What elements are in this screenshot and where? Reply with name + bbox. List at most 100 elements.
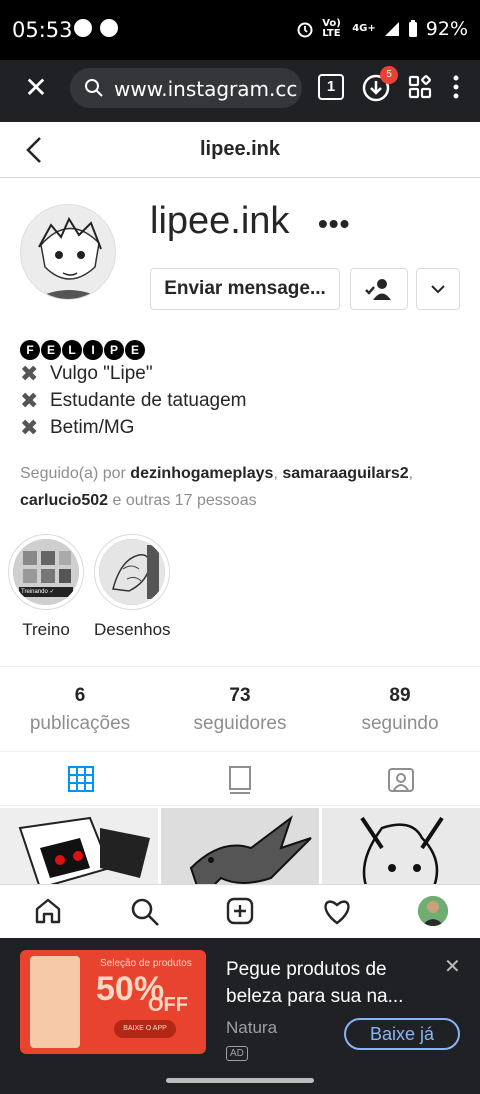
- instagram-profile-page: lipee.ink lipee.ink ••• Enviar mensage..…: [0, 122, 480, 938]
- follower-link[interactable]: dezinhogameplays: [130, 465, 273, 482]
- profile-stats: 6 publicações 73 seguidores 89 seguindo: [0, 666, 480, 752]
- content-tabs: [0, 752, 480, 806]
- status-time: 05:53: [12, 18, 73, 42]
- followed-by-suffix: e outras 17 pessoas: [108, 492, 257, 509]
- bio-line-text: Vulgo "Lipe": [50, 363, 153, 384]
- highlight-cover-art: [99, 539, 165, 605]
- more-vertical-icon[interactable]: [452, 74, 460, 100]
- profile-avatar[interactable]: [20, 204, 116, 300]
- notification-icon: [74, 19, 92, 37]
- followed-by-prefix: Seguido(a) por: [20, 465, 131, 482]
- highlight-cover: Treinando ✓: [13, 539, 79, 605]
- bio-letter: I: [83, 340, 103, 360]
- highlight-desenhos[interactable]: Desenhos: [94, 534, 171, 640]
- url-text: www.instagram.cc: [114, 77, 298, 101]
- profile-header: lipee.ink: [0, 122, 480, 178]
- followed-by[interactable]: Seguido(a) por dezinhogameplays, samaraa…: [20, 460, 460, 514]
- profile-avatar-small[interactable]: [418, 896, 448, 926]
- cross-mark-icon: ✖: [20, 414, 39, 440]
- gesture-home-bar[interactable]: [166, 1078, 314, 1083]
- highlight-label: Treino: [22, 620, 70, 639]
- bio-letter: P: [104, 340, 124, 360]
- chevron-down-icon: [431, 285, 445, 294]
- search-icon: [85, 79, 103, 97]
- new-post-icon[interactable]: [226, 897, 254, 925]
- bio-letter: E: [125, 340, 145, 360]
- page-title: lipee.ink: [199, 138, 281, 160]
- ad-creative-top-text: Seleção de produtos: [100, 958, 192, 969]
- person-check-icon: [365, 279, 391, 300]
- status-right: Vo) LTE 4G+ 92%: [296, 18, 468, 40]
- battery-level: 92%: [425, 18, 468, 40]
- cross-mark-icon: ✖: [20, 387, 39, 413]
- reels-tv-icon[interactable]: [228, 766, 252, 794]
- tab-switcher-button[interactable]: 1: [318, 74, 344, 100]
- alarm-icon: [297, 22, 313, 38]
- address-bar[interactable]: www.instagram.cc: [70, 68, 302, 108]
- stat-label: seguindo: [361, 713, 439, 734]
- highlight-cover-art: [13, 539, 79, 605]
- follower-link[interactable]: samaraaguilars2: [282, 465, 408, 482]
- highlight-label: Desenhos: [94, 620, 171, 639]
- highlight-ring: [94, 534, 170, 610]
- cross-mark-icon: ✖: [20, 360, 39, 386]
- network-type: 4G+: [352, 23, 376, 34]
- suggestions-dropdown-button[interactable]: [416, 268, 460, 310]
- bio-line: ✖ Betim/MG: [20, 414, 460, 441]
- close-icon[interactable]: ✕: [22, 74, 50, 102]
- ad-close-icon[interactable]: ✕: [444, 954, 461, 979]
- signal-icon: [384, 22, 399, 36]
- avatar-drawing: [21, 205, 115, 299]
- stat-followers[interactable]: 73 seguidores: [160, 667, 320, 751]
- ad-banner[interactable]: Seleção de produtos 50% OFF BAIXE O APP …: [0, 938, 480, 1094]
- apps-icon[interactable]: [408, 75, 432, 99]
- battery-icon: [408, 20, 417, 37]
- browser-toolbar: ✕ www.instagram.cc 1 5: [0, 60, 480, 122]
- ad-install-button[interactable]: Baixe já: [344, 1018, 460, 1050]
- bio-name: F E L I P E: [20, 340, 460, 360]
- bio-line-text: Estudante de tatuagem: [50, 390, 247, 411]
- more-options-button[interactable]: •••: [318, 208, 350, 240]
- bio-letter: F: [20, 340, 40, 360]
- ad-creative[interactable]: Seleção de produtos 50% OFF BAIXE O APP: [20, 950, 206, 1054]
- tagged-icon[interactable]: [388, 766, 414, 792]
- ad-off-label: OFF: [148, 994, 188, 1016]
- bio-line: ✖ Vulgo "Lipe": [20, 360, 460, 387]
- ad-brand: Natura: [226, 1018, 278, 1037]
- stat-label: publicações: [29, 713, 131, 734]
- stat-value: 89: [389, 685, 411, 706]
- stat-value: 73: [229, 685, 251, 706]
- stat-value: 6: [74, 685, 86, 706]
- download-badge: 5: [380, 66, 398, 84]
- stat-posts: 6 publicações: [0, 667, 160, 751]
- stat-following[interactable]: 89 seguindo: [320, 667, 480, 751]
- ad-label: AD: [226, 1046, 248, 1061]
- send-message-button[interactable]: Enviar mensage...: [150, 268, 340, 310]
- avatar-photo: [418, 896, 448, 926]
- status-bar: 05:53 Vo) LTE 4G+ 92%: [0, 0, 480, 60]
- profile-bio: F E L I P E ✖ Vulgo "Lipe" ✖ Estudante de …: [20, 340, 460, 441]
- bio-line: ✖ Estudante de tatuagem: [20, 387, 460, 414]
- profile-username: lipee.ink: [150, 200, 290, 242]
- following-button[interactable]: [350, 268, 408, 310]
- highlight-ring: Treinando ✓: [8, 534, 84, 610]
- ad-product-image: [30, 956, 80, 1048]
- highlight-treino[interactable]: Treinando ✓ Treino: [8, 534, 84, 640]
- bio-letter: E: [41, 340, 61, 360]
- bio-line-text: Betim/MG: [50, 417, 135, 438]
- grid-icon[interactable]: [68, 766, 94, 792]
- stat-label: seguidores: [193, 713, 287, 734]
- instagram-bottom-nav: [0, 884, 480, 938]
- highlight-badge: Treinando ✓: [21, 589, 55, 595]
- follower-link[interactable]: carlucio502: [20, 492, 108, 509]
- search-icon[interactable]: [130, 897, 160, 927]
- heart-icon[interactable]: [322, 897, 352, 925]
- skype-icon: [100, 19, 118, 37]
- highlight-cover: [99, 539, 165, 605]
- bio-letter: L: [62, 340, 82, 360]
- home-icon[interactable]: [34, 897, 62, 925]
- download-button[interactable]: 5: [362, 66, 398, 102]
- ad-headline: Pegue produtos de beleza para sua na...: [226, 959, 404, 1007]
- volte-indicator: Vo) LTE: [322, 18, 341, 39]
- ad-creative-cta: BAIXE O APP: [114, 1020, 176, 1038]
